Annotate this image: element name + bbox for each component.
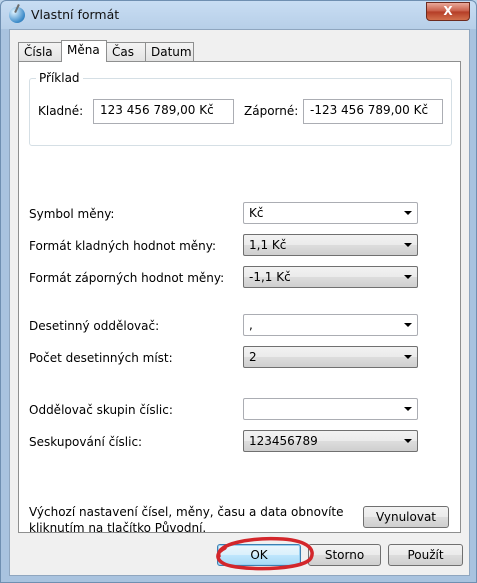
currency-symbol-value: Kč bbox=[249, 206, 264, 220]
negative-format-value: -1,1 Kč bbox=[249, 270, 291, 284]
decimal-places-label: Počet desetinných míst: bbox=[29, 351, 173, 365]
chevron-down-icon[interactable] bbox=[404, 323, 412, 327]
decimal-separator-label: Desetinný oddělovač: bbox=[29, 319, 160, 333]
dialog-body: Čísla Měna Čas Datum Příklad Kladné: 123… bbox=[9, 29, 470, 576]
negative-format-dropdown[interactable]: -1,1 Kč bbox=[243, 266, 418, 288]
positive-label: Kladné: bbox=[38, 104, 84, 118]
chevron-down-icon[interactable] bbox=[404, 243, 412, 247]
cancel-button[interactable]: Storno bbox=[308, 544, 381, 566]
digit-grouping-dropdown[interactable]: 123456789 bbox=[243, 430, 418, 452]
close-button[interactable]: X bbox=[426, 2, 470, 21]
positive-format-label: Formát kladných hodnot měny: bbox=[29, 239, 217, 253]
chevron-down-icon[interactable] bbox=[404, 275, 412, 279]
positive-format-value: 1,1 Kč bbox=[249, 238, 287, 252]
annotation-circle bbox=[216, 536, 314, 571]
tab-datum[interactable]: Datum bbox=[145, 42, 194, 61]
title-bar[interactable]: Vlastní formát X bbox=[1, 1, 476, 29]
chevron-down-icon[interactable] bbox=[404, 407, 412, 411]
currency-symbol-combo[interactable]: Kč bbox=[243, 202, 418, 224]
decimal-places-value: 2 bbox=[249, 350, 257, 364]
negative-format-label: Formát záporných hodnot měny: bbox=[29, 271, 225, 285]
reset-note: Výchozí nastavení čísel, měny, času a da… bbox=[29, 505, 344, 535]
example-group: Příklad Kladné: 123 456 789,00 Kč Záporn… bbox=[29, 71, 452, 146]
tab-cas[interactable]: Čas bbox=[106, 42, 146, 61]
globe-icon bbox=[9, 7, 25, 23]
tab-mena[interactable]: Měna bbox=[61, 40, 107, 62]
decimal-separator-combo[interactable]: , bbox=[243, 314, 418, 336]
decimal-places-dropdown[interactable]: 2 bbox=[243, 346, 418, 368]
chevron-down-icon[interactable] bbox=[404, 439, 412, 443]
tab-cisla[interactable]: Čísla bbox=[18, 42, 62, 61]
digit-grouping-label: Seskupování číslic: bbox=[29, 435, 143, 449]
apply-button[interactable]: Použít bbox=[388, 544, 463, 566]
chevron-down-icon[interactable] bbox=[404, 211, 412, 215]
negative-example-field: -123 456 789,00 Kč bbox=[303, 99, 443, 124]
example-group-title: Příklad bbox=[36, 71, 83, 85]
dialog-window: Vlastní formát X Čísla Měna Čas Datum Př… bbox=[0, 0, 477, 583]
window-title: Vlastní formát bbox=[31, 7, 120, 22]
negative-label: Záporné: bbox=[244, 104, 299, 118]
tab-panel-mena: Příklad Kladné: 123 456 789,00 Kč Záporn… bbox=[18, 61, 461, 535]
positive-example-field: 123 456 789,00 Kč bbox=[93, 99, 234, 124]
digit-grouping-value: 123456789 bbox=[249, 434, 318, 448]
digit-group-separator-combo[interactable] bbox=[243, 398, 418, 420]
positive-format-dropdown[interactable]: 1,1 Kč bbox=[243, 234, 418, 256]
digit-group-separator-label: Oddělovač skupin číslic: bbox=[29, 403, 173, 417]
decimal-separator-value: , bbox=[249, 318, 253, 332]
currency-symbol-label: Symbol měny: bbox=[29, 207, 115, 221]
reset-button[interactable]: Vynulovat bbox=[363, 506, 449, 528]
chevron-down-icon[interactable] bbox=[404, 355, 412, 359]
